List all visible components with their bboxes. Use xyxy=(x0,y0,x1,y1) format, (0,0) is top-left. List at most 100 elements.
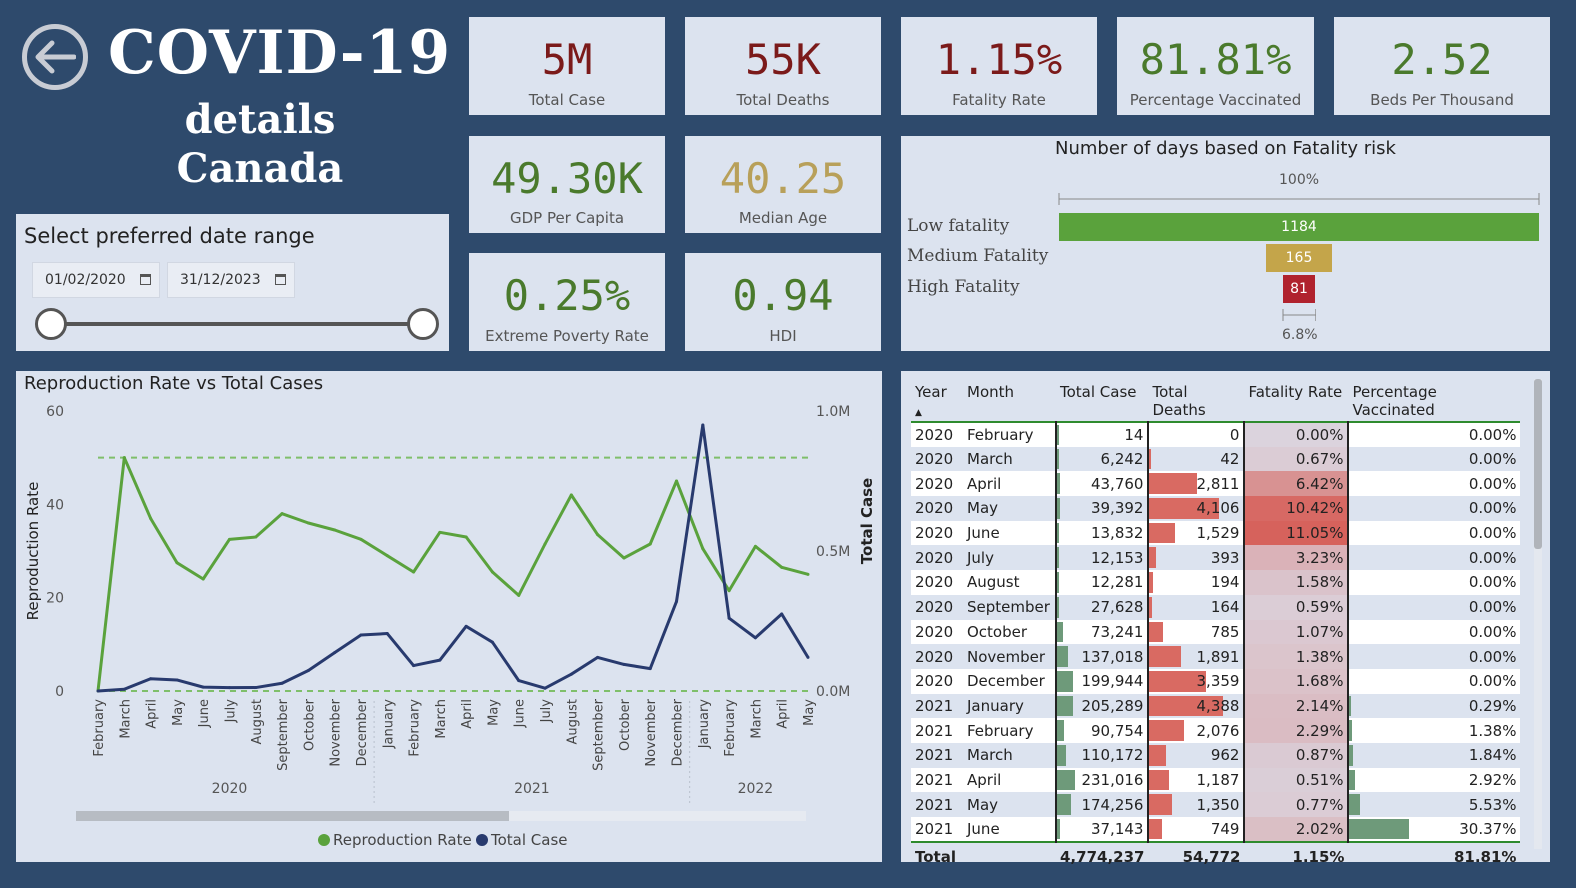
data-point[interactable] xyxy=(806,655,810,659)
data-point[interactable] xyxy=(149,677,153,681)
data-point[interactable] xyxy=(96,689,100,693)
series-line-reproduction-rate[interactable] xyxy=(96,456,809,692)
table-scrollbar[interactable] xyxy=(1534,379,1542,849)
table-row[interactable]: 2020 August 12,281 194 1.58% 0.00% xyxy=(911,570,1521,595)
table-row[interactable]: 2020 February 14 0 0.00% 0.00% xyxy=(911,422,1521,447)
data-point[interactable] xyxy=(333,528,337,532)
table-row[interactable]: 2021 May 174,256 1,350 0.77% 5.53% xyxy=(911,792,1521,817)
data-point[interactable] xyxy=(543,686,547,690)
data-point[interactable] xyxy=(122,456,126,460)
data-point[interactable] xyxy=(227,537,231,541)
data-point[interactable] xyxy=(412,664,416,668)
table-scrollbar-thumb[interactable] xyxy=(1534,379,1542,549)
data-point[interactable] xyxy=(596,655,600,659)
data-point[interactable] xyxy=(648,542,652,546)
table-row[interactable]: 2020 June 13,832 1,529 11.05% 0.00% xyxy=(911,520,1521,546)
data-point[interactable] xyxy=(517,593,521,597)
data-point[interactable] xyxy=(622,556,626,560)
data-point[interactable] xyxy=(122,687,126,691)
cell-month-value: October xyxy=(967,622,1028,641)
table-row[interactable]: 2020 July 12,153 393 3.23% 0.00% xyxy=(911,545,1521,571)
data-point[interactable] xyxy=(490,570,494,574)
data-point[interactable] xyxy=(701,423,705,427)
fatality-bar-medium[interactable]: 165 xyxy=(1265,244,1333,272)
col-header-fatality-rate[interactable]: Fatality Rate xyxy=(1244,377,1348,422)
data-point[interactable] xyxy=(727,589,731,593)
data-point[interactable] xyxy=(359,537,363,541)
data-point[interactable] xyxy=(385,632,389,636)
fatality-bar-low[interactable]: 1184 xyxy=(1059,213,1539,241)
data-point[interactable] xyxy=(412,570,416,574)
series-line-total-case[interactable] xyxy=(97,423,810,693)
fatality-bar-high[interactable]: 81 xyxy=(1282,275,1316,303)
data-point[interactable] xyxy=(543,542,547,546)
data-point[interactable] xyxy=(201,577,205,581)
data-point[interactable] xyxy=(701,547,705,551)
cell-fatality-rate: 6.42% xyxy=(1243,471,1349,497)
data-point[interactable] xyxy=(175,561,179,565)
data-bar xyxy=(1149,448,1152,470)
data-point[interactable] xyxy=(464,624,468,628)
table-row[interactable]: 2020 September 27,628 164 0.59% 0.00% xyxy=(911,594,1521,620)
end-date-input[interactable]: 31/12/2023 xyxy=(167,262,295,298)
data-point[interactable] xyxy=(490,640,494,644)
data-point[interactable] xyxy=(280,681,284,685)
data-point[interactable] xyxy=(385,554,389,558)
col-header-total-case[interactable]: Total Case xyxy=(1056,377,1148,422)
table-row[interactable]: 2020 May 39,392 4,106 10.42% 0.00% xyxy=(911,496,1521,521)
data-point[interactable] xyxy=(727,616,731,620)
data-point[interactable] xyxy=(753,544,757,548)
data-point[interactable] xyxy=(306,521,310,525)
data-point[interactable] xyxy=(648,667,652,671)
data-point[interactable] xyxy=(359,633,363,637)
calendar-icon[interactable] xyxy=(140,274,151,285)
col-header-total-deaths[interactable]: Total Deaths xyxy=(1148,377,1244,422)
data-point[interactable] xyxy=(333,651,337,655)
data-point[interactable] xyxy=(227,686,231,690)
table-row[interactable]: 2020 April 43,760 2,811 6.42% 0.00% xyxy=(911,471,1521,497)
data-point[interactable] xyxy=(201,685,205,689)
data-point[interactable] xyxy=(149,516,153,520)
data-point[interactable] xyxy=(675,599,679,603)
data-point[interactable] xyxy=(438,530,442,534)
data-point[interactable] xyxy=(438,658,442,662)
table-row[interactable]: 2021 March 110,172 962 0.87% 1.84% xyxy=(911,742,1521,768)
kpi-card-beds-per-thousand: 2.52 Beds Per Thousand xyxy=(1334,17,1550,115)
start-date-input[interactable]: 01/02/2020 xyxy=(32,262,160,298)
date-slider-start-handle[interactable] xyxy=(35,308,67,340)
data-point[interactable] xyxy=(780,565,784,569)
data-point[interactable] xyxy=(569,493,573,497)
data-point[interactable] xyxy=(517,679,521,683)
data-point[interactable] xyxy=(780,612,784,616)
table-row[interactable]: 2020 March 6,242 42 0.67% 0.00% xyxy=(911,446,1521,472)
table-row[interactable]: 2021 April 231,016 1,187 0.51% 2.92% xyxy=(911,767,1521,793)
data-point[interactable] xyxy=(753,636,757,640)
table-row[interactable]: 2020 December 199,944 3,359 1.68% 0.00% xyxy=(911,668,1521,694)
table-row[interactable]: 2021 January 205,289 4,388 2.14% 0.29% xyxy=(911,693,1521,719)
chart-scrollbar-thumb[interactable] xyxy=(76,811,509,821)
data-point[interactable] xyxy=(280,512,284,516)
back-arrow-button[interactable] xyxy=(22,24,88,90)
calendar-icon[interactable] xyxy=(275,274,286,285)
end-date-value: 31/12/2023 xyxy=(180,272,261,288)
data-point[interactable] xyxy=(254,686,258,690)
data-point[interactable] xyxy=(306,668,310,672)
date-slider-track[interactable] xyxy=(50,322,423,326)
data-point[interactable] xyxy=(675,479,679,483)
date-slider-end-handle[interactable] xyxy=(407,308,439,340)
cell-fatality-rate-value: 0.59% xyxy=(1295,598,1344,617)
col-header-percentage-vaccinated[interactable]: Percentage Vaccinated xyxy=(1348,377,1520,422)
table-row[interactable]: 2021 June 37,143 749 2.02% 30.37% xyxy=(911,817,1521,842)
col-header-month[interactable]: Month xyxy=(963,377,1056,422)
data-point[interactable] xyxy=(254,535,258,539)
data-point[interactable] xyxy=(596,533,600,537)
table-row[interactable]: 2020 October 73,241 785 1.07% 0.00% xyxy=(911,619,1521,645)
data-point[interactable] xyxy=(175,678,179,682)
data-point[interactable] xyxy=(464,535,468,539)
table-row[interactable]: 2021 February 90,754 2,076 2.29% 1.38% xyxy=(911,718,1521,743)
data-point[interactable] xyxy=(622,662,626,666)
col-header-year[interactable]: Year ▲ xyxy=(911,377,963,422)
data-point[interactable] xyxy=(569,672,573,676)
table-row[interactable]: 2020 November 137,018 1,891 1.38% 0.00% xyxy=(911,644,1521,669)
data-point[interactable] xyxy=(806,572,810,576)
